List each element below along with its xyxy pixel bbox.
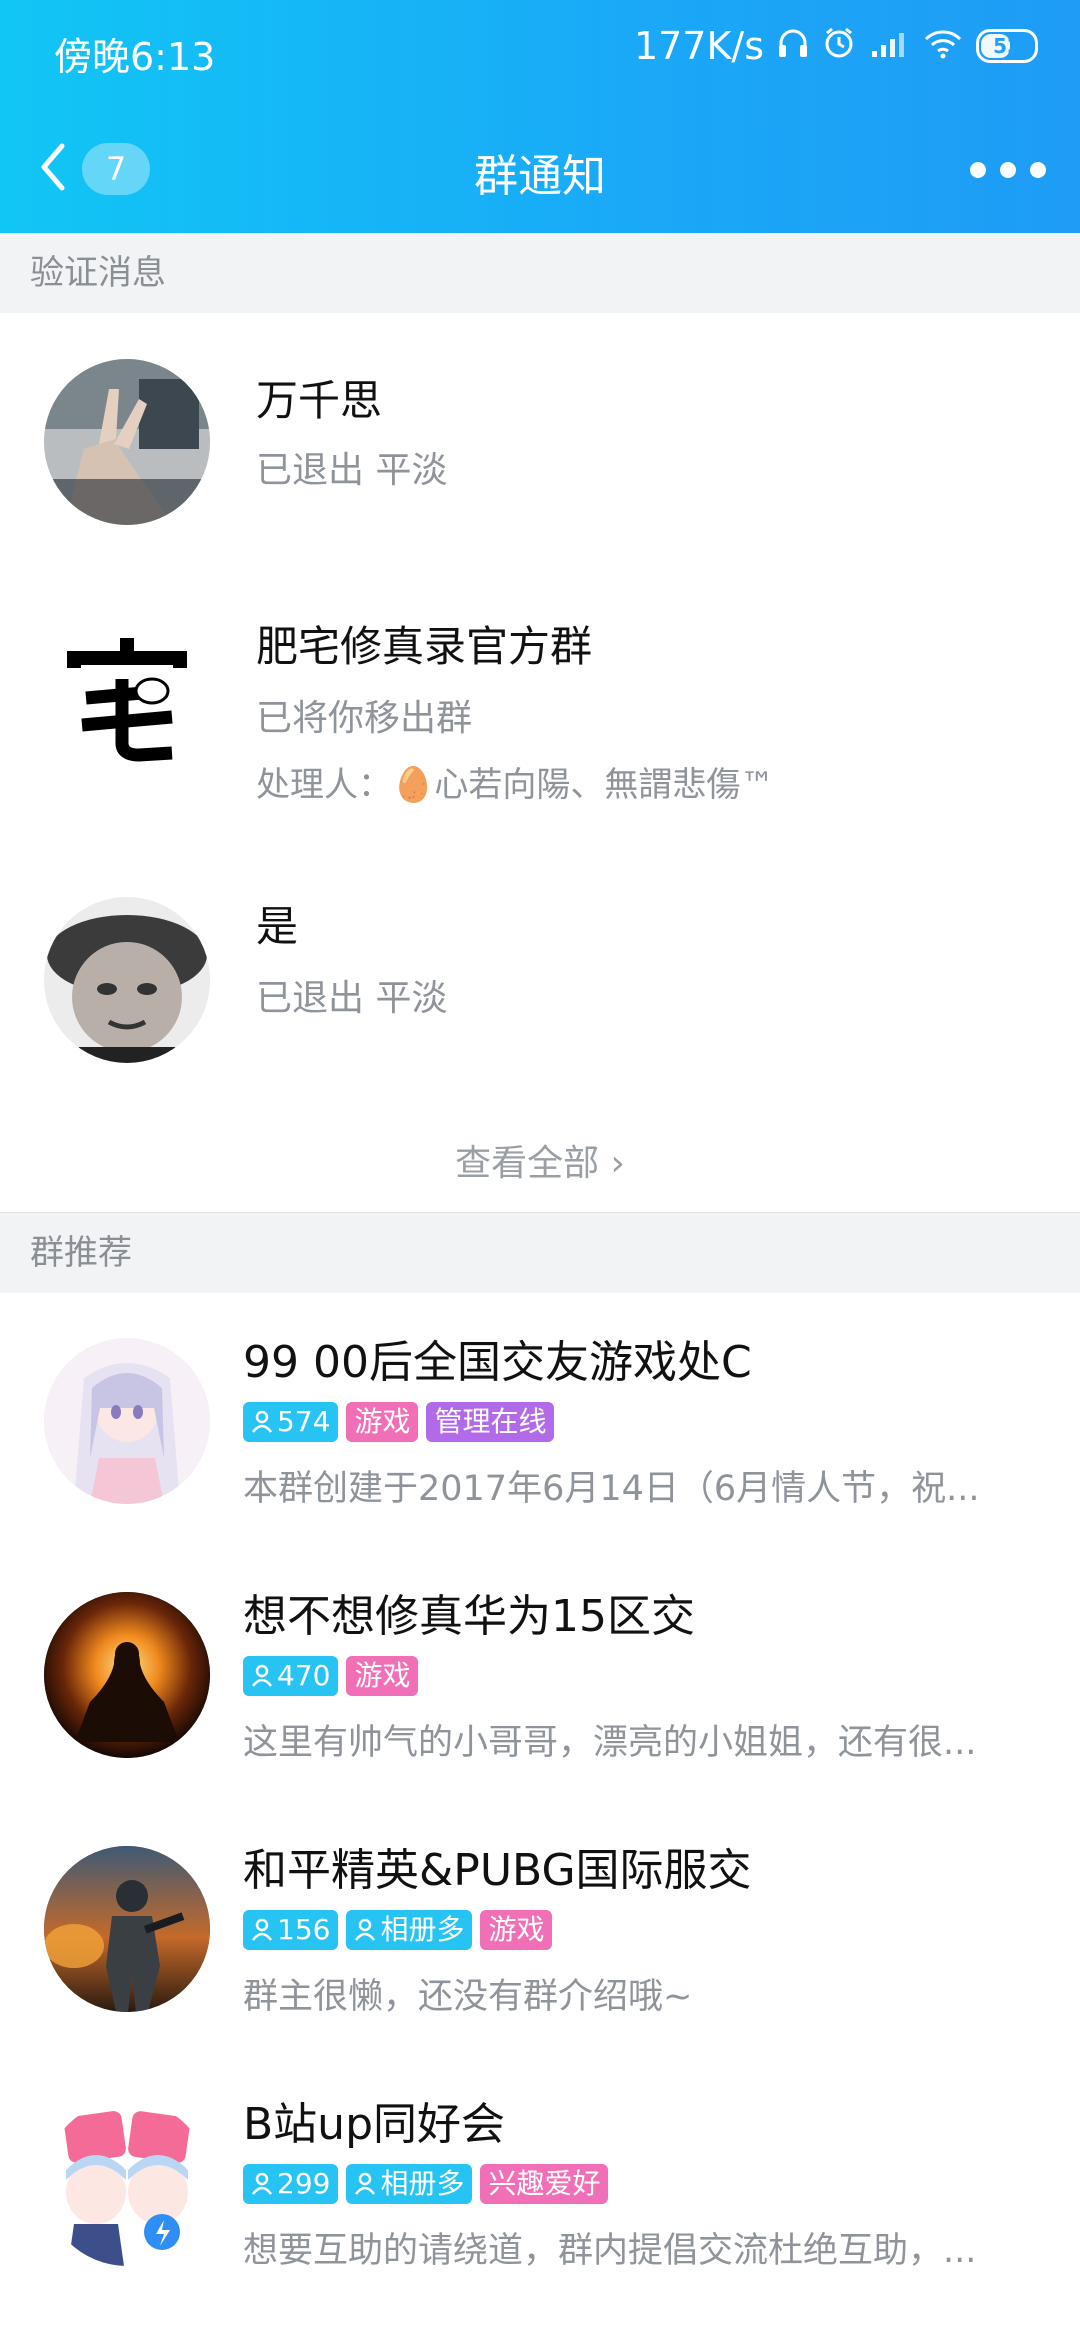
member-count: 156 <box>277 1913 331 1946</box>
battery-icon: 52 <box>976 29 1038 63</box>
group-avatar[interactable] <box>44 2100 210 2266</box>
network-speed: 177K/s <box>633 24 764 68</box>
section-header-recommend: 群推荐 <box>0 1212 1080 1293</box>
album-tag: 相册多 <box>346 1910 473 1950</box>
group-recommend-item[interactable]: 和平精英&PUBG国际服交 156 相册多 游戏 群主很懒，还没有群介绍哦~ <box>0 1800 1080 2054</box>
member-count: 299 <box>277 2167 331 2200</box>
category-tag: 兴趣爱好 <box>480 2164 609 2204</box>
category-tag: 游戏 <box>346 1402 419 1442</box>
section-label: 群推荐 <box>30 1233 132 1273</box>
group-recommend-item[interactable]: 99 00后全国交友游戏处C 574 游戏 管理在线 本群创建于2017年6月1… <box>0 1292 1080 1546</box>
category-tag: 游戏 <box>480 1910 553 1950</box>
group-description: 想要互助的请绕道，群内提倡交流杜绝互助，... <box>243 2231 977 2271</box>
group-recommend-item[interactable]: B站up同好会 299 相册多 兴趣爱好 想要互助的请绕道，群内提倡交流杜绝互助… <box>0 2054 1080 2308</box>
avatar[interactable] <box>44 613 210 779</box>
more-icon <box>970 162 1046 178</box>
notice-item[interactable]: 万千思 已退出 平淡 <box>0 313 1080 563</box>
battery-level: 52 <box>993 34 1021 58</box>
person-icon <box>355 2172 376 2195</box>
notice-title: 肥宅修真录官方群 <box>256 622 593 671</box>
category-tag: 游戏 <box>346 1656 419 1696</box>
group-tags: 299 相册多 兴趣爱好 <box>243 2164 609 2204</box>
group-name: 和平精英&PUBG国际服交 <box>243 1845 752 1896</box>
member-count: 574 <box>277 1405 331 1438</box>
group-tags: 574 游戏 管理在线 <box>243 1402 555 1442</box>
notice-status: 已将你移出群 <box>256 698 473 739</box>
notice-item[interactable]: 是 已退出 平淡 <box>0 833 1080 1083</box>
member-count-tag: 299 <box>243 2164 339 2204</box>
notice-item[interactable]: 肥宅修真录官方群 已将你移出群 处理人：🥚心若向陽、無謂悲傷™ <box>0 563 1080 833</box>
member-count: 470 <box>277 1659 331 1692</box>
album-tag-label: 相册多 <box>380 2167 465 2200</box>
group-description: 本群创建于2017年6月14日（6月情人节，祝... <box>243 1469 980 1509</box>
avatar[interactable] <box>44 359 210 525</box>
status-time: 傍晚6:13 <box>54 35 216 79</box>
member-count-tag: 574 <box>243 1402 339 1442</box>
alarm-icon <box>822 24 856 68</box>
group-recommend-item[interactable]: 想不想修真华为15区交 470 游戏 这里有帅气的小哥哥，漂亮的小姐姐，还有很.… <box>0 1546 1080 1800</box>
group-avatar[interactable] <box>44 1846 210 2012</box>
notice-handler: 处理人：🥚心若向陽、無謂悲傷™ <box>256 765 775 805</box>
nav-bar: 7 群通知 <box>0 100 1080 233</box>
avatar[interactable] <box>44 897 210 1063</box>
person-icon <box>252 1410 272 1433</box>
page-title: 群通知 <box>474 151 606 202</box>
member-count-tag: 156 <box>243 1910 339 1950</box>
person-icon <box>252 1918 272 1941</box>
wifi-icon <box>924 24 962 68</box>
group-name: 99 00后全国交友游戏处C <box>243 1337 752 1388</box>
album-tag: 相册多 <box>346 2164 473 2204</box>
album-tag-label: 相册多 <box>380 1913 465 1946</box>
notice-status: 已退出 平淡 <box>256 450 448 491</box>
group-tags: 156 相册多 游戏 <box>243 1910 553 1950</box>
more-button[interactable] <box>960 150 1056 190</box>
headphone-icon <box>778 24 808 68</box>
group-tags: 470 游戏 <box>243 1656 419 1696</box>
person-icon <box>355 1918 376 1941</box>
person-icon <box>252 2172 272 2195</box>
person-icon <box>252 1664 272 1687</box>
header: 傍晚6:13 177K/s 52 7 群通知 <box>0 0 1080 233</box>
group-description: 这里有帅气的小哥哥，漂亮的小姐姐，还有很... <box>243 1723 977 1763</box>
section-label: 验证消息 <box>30 253 166 293</box>
notice-title: 万千思 <box>256 376 383 425</box>
signal-icon <box>870 24 910 68</box>
group-name: 想不想修真华为15区交 <box>243 1591 695 1642</box>
group-description: 群主很懒，还没有群介绍哦~ <box>243 1977 693 2017</box>
member-count-tag: 470 <box>243 1656 339 1696</box>
group-avatar[interactable] <box>44 1338 210 1504</box>
notice-title: 是 <box>256 902 299 951</box>
group-name: B站up同好会 <box>243 2099 506 2150</box>
status-tag: 管理在线 <box>426 1402 555 1442</box>
view-all-link[interactable]: 查看全部 › <box>0 1134 1080 1186</box>
status-right: 177K/s 52 <box>634 24 1038 68</box>
section-header-verify: 验证消息 <box>0 233 1080 313</box>
notice-status: 已退出 平淡 <box>256 978 448 1019</box>
status-bar: 傍晚6:13 177K/s 52 <box>0 0 1080 100</box>
group-avatar[interactable] <box>44 1592 210 1758</box>
